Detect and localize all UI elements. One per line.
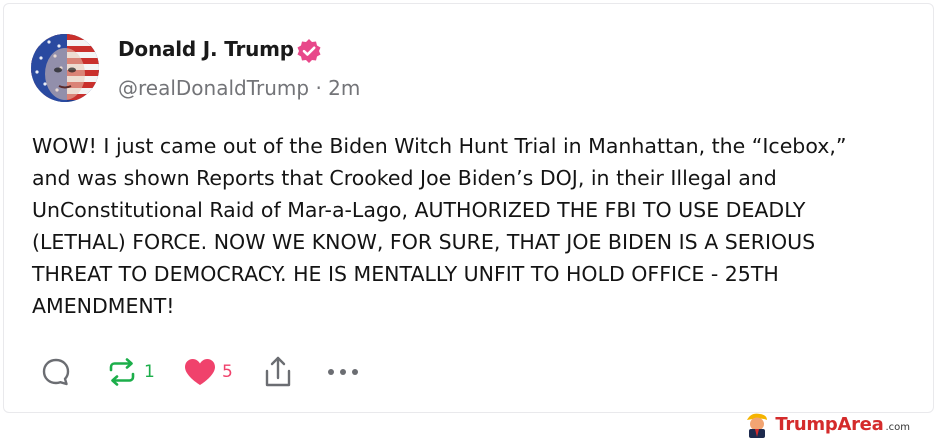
post-timestamp[interactable]: 2m <box>328 76 360 100</box>
reply-button[interactable] <box>40 352 72 392</box>
action-bar: 1 5 <box>40 352 380 392</box>
repost-icon <box>109 358 135 386</box>
like-count: 5 <box>222 362 233 382</box>
trump-caricature-logo-icon <box>747 413 768 438</box>
post-body-line: and was shown Reports that Crooked Joe B… <box>32 166 777 190</box>
share-icon <box>265 356 291 387</box>
post-body-line: (LETHAL) FORCE. NOW WE KNOW, FOR SURE, T… <box>32 230 816 254</box>
more-icon <box>328 369 358 375</box>
more-options-button[interactable] <box>326 352 360 392</box>
watermark-brand-name: TrumpArea <box>775 413 884 435</box>
verified-badge-icon <box>297 39 321 63</box>
handle-row: @realDonaldTrump · 2m <box>118 76 360 100</box>
post-body-line: WOW! I just came out of the Biden Witch … <box>32 134 847 158</box>
heart-icon <box>185 359 215 385</box>
watermark-domain: .com <box>885 421 910 433</box>
share-button[interactable] <box>262 352 294 392</box>
author-handle[interactable]: @realDonaldTrump <box>118 76 309 100</box>
post-body-line: AMENDMENT! <box>32 294 175 318</box>
post-body: WOW! I just came out of the Biden Witch … <box>32 130 932 322</box>
reply-icon <box>42 358 70 386</box>
post-body-line: UnConstitutional Raid of Mar-a-Lago, AUT… <box>32 198 806 222</box>
avatar[interactable] <box>31 34 99 102</box>
meta-separator: · <box>315 76 322 100</box>
watermark: TrumpArea .com <box>743 410 910 438</box>
repost-button[interactable]: 1 <box>104 352 155 392</box>
repost-count: 1 <box>144 362 155 382</box>
post-body-line: THREAT TO DEMOCRACY. HE IS MENTALLY UNFI… <box>32 262 779 286</box>
author-name[interactable]: Donald J. Trump <box>118 37 294 61</box>
like-button[interactable]: 5 <box>182 352 233 392</box>
post-card: Donald J. Trump @realDonaldTrump · 2m WO… <box>3 3 934 413</box>
avatar-flag-portrait-icon <box>31 34 99 102</box>
